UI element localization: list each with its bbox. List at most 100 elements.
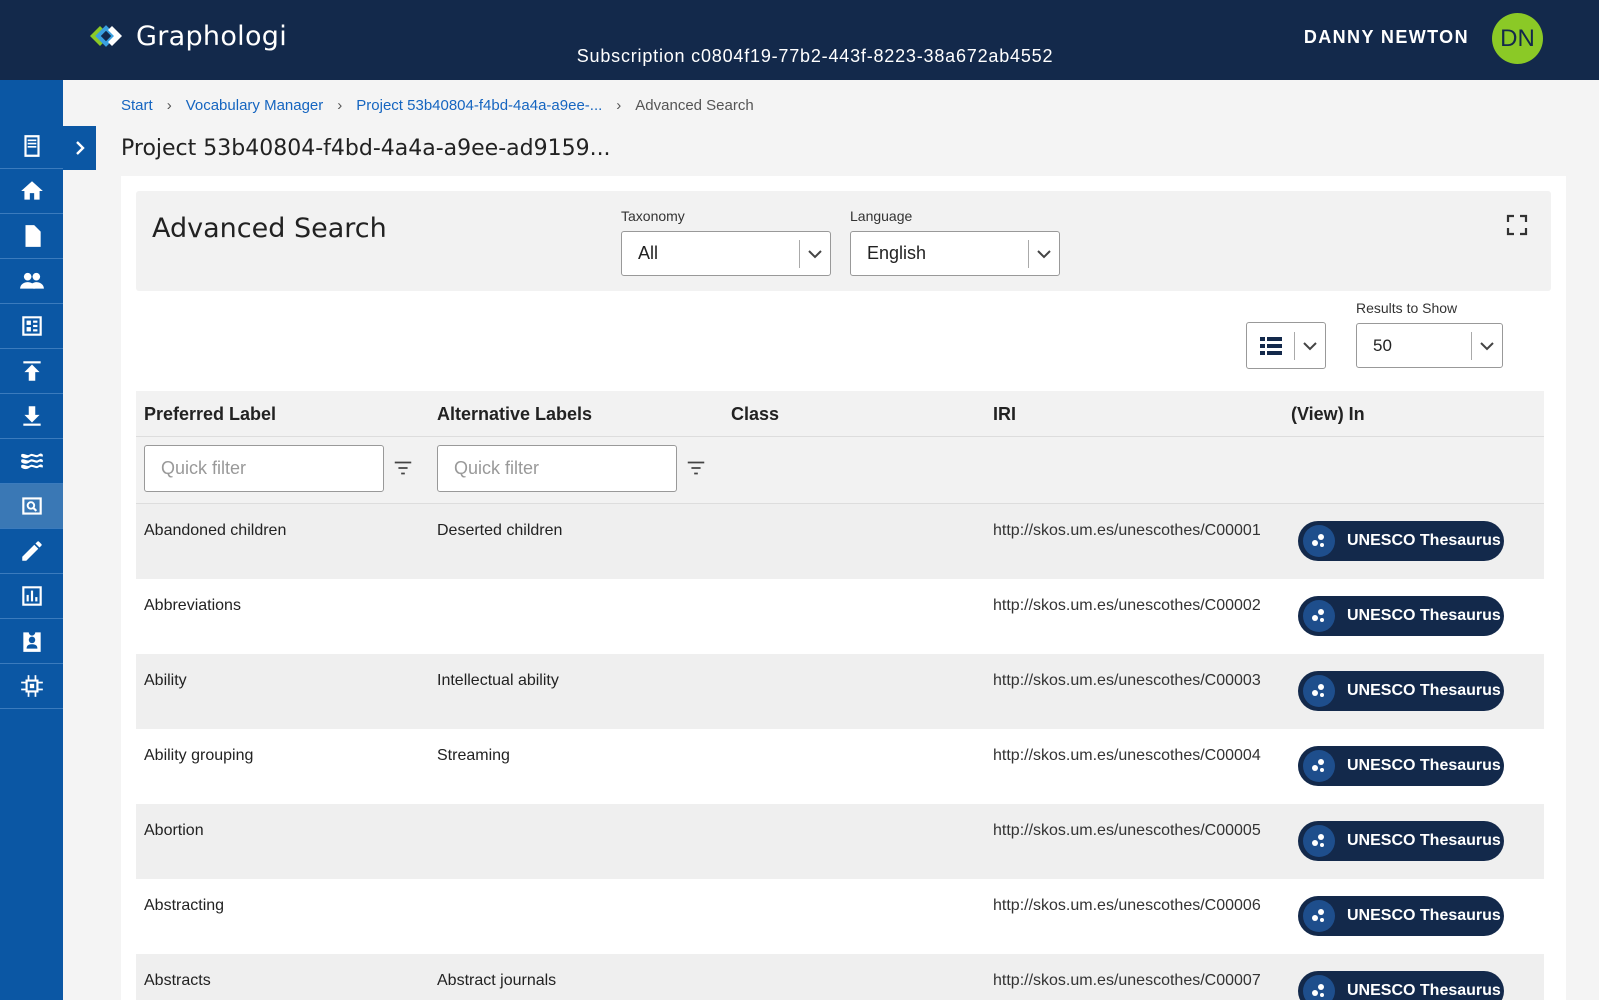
results-to-show-value: 50 bbox=[1373, 335, 1392, 355]
column-header-preferred-label[interactable]: Preferred Label bbox=[144, 404, 276, 425]
document-icon bbox=[23, 135, 40, 157]
chevron-right-icon: › bbox=[337, 97, 343, 114]
fullscreen-icon[interactable] bbox=[1505, 213, 1529, 237]
chevron-right-icon bbox=[75, 141, 85, 155]
upload-icon bbox=[22, 361, 41, 381]
view-in-button[interactable]: UNESCO Thesaurus bbox=[1298, 821, 1504, 861]
sidebar-item-edit[interactable] bbox=[0, 529, 63, 574]
file-icon bbox=[25, 225, 41, 247]
sidebar-item-upload[interactable] bbox=[0, 349, 63, 394]
chevron-down-icon bbox=[1480, 341, 1494, 350]
view-in-button[interactable]: UNESCO Thesaurus bbox=[1298, 596, 1504, 636]
preferred-label-filter-input[interactable]: Quick filter bbox=[144, 445, 384, 492]
sidebar-item-home[interactable] bbox=[0, 169, 63, 214]
view-in-label: UNESCO Thesaurus bbox=[1347, 982, 1501, 999]
view-in-button[interactable]: UNESCO Thesaurus bbox=[1298, 896, 1504, 936]
iri-cell: http://skos.um.es/unescothes/C00003 bbox=[993, 672, 1261, 689]
iri-cell: http://skos.um.es/unescothes/C00004 bbox=[993, 747, 1261, 764]
sidebar-expand-button[interactable] bbox=[63, 126, 96, 170]
graph-nodes-icon bbox=[1312, 984, 1324, 997]
filter-icon[interactable] bbox=[685, 457, 707, 479]
column-header-view-in[interactable]: (View) In bbox=[1291, 404, 1365, 425]
table-row[interactable]: Abandoned children Deserted children htt… bbox=[136, 504, 1544, 579]
page-title: Project 53b40804-f4bd-4a4a-a9ee-ad9159..… bbox=[121, 136, 611, 161]
alternative-labels-filter-input[interactable]: Quick filter bbox=[437, 445, 677, 492]
preferred-label-cell: Abandoned children bbox=[144, 522, 287, 539]
sidebar-item-dashboard[interactable] bbox=[0, 304, 63, 349]
edit-icon bbox=[21, 541, 42, 561]
sidebar-item-files[interactable] bbox=[0, 214, 63, 259]
list-view-icon bbox=[1259, 336, 1282, 355]
breadcrumb-vocabulary-manager[interactable]: Vocabulary Manager bbox=[186, 97, 324, 114]
graph-nodes-icon bbox=[1312, 909, 1324, 922]
view-in-button[interactable]: UNESCO Thesaurus bbox=[1298, 521, 1504, 561]
sidebar-item-users[interactable] bbox=[0, 259, 63, 304]
table-row[interactable]: Ability grouping Streaming http://skos.u… bbox=[136, 729, 1544, 804]
sidebar-item-reports[interactable] bbox=[0, 574, 63, 619]
preferred-label-cell: Abbreviations bbox=[144, 597, 241, 614]
view-in-button[interactable]: UNESCO Thesaurus bbox=[1298, 746, 1504, 786]
people-icon bbox=[19, 272, 44, 289]
preferred-label-cell: Abortion bbox=[144, 822, 204, 839]
search-header: Advanced Search Taxonomy All Language En… bbox=[136, 191, 1551, 291]
table-row[interactable]: Abstracts Abstract journals http://skos.… bbox=[136, 954, 1544, 1000]
table-row[interactable]: Abortion http://skos.um.es/unescothes/C0… bbox=[136, 804, 1544, 879]
results-grid-header: Preferred Label Alternative Labels Class… bbox=[136, 391, 1544, 437]
sidebar-item-settings[interactable] bbox=[0, 664, 63, 709]
language-label: Language bbox=[850, 208, 913, 224]
sidebar-item-download[interactable] bbox=[0, 394, 63, 439]
sidebar-item-notes[interactable] bbox=[0, 124, 63, 169]
alternative-labels-cell: Abstract journals bbox=[437, 972, 557, 989]
graph-nodes-icon bbox=[1312, 684, 1324, 697]
user-name[interactable]: DANNY NEWTON bbox=[1304, 27, 1469, 48]
view-in-button[interactable]: UNESCO Thesaurus bbox=[1298, 671, 1504, 711]
taxonomy-value: All bbox=[638, 243, 659, 263]
taxonomy-select[interactable]: All bbox=[621, 231, 831, 276]
iri-cell: http://skos.um.es/unescothes/C00007 bbox=[993, 972, 1261, 989]
column-header-iri[interactable]: IRI bbox=[993, 404, 1016, 425]
graph-nodes-icon bbox=[1312, 609, 1324, 622]
view-in-label: UNESCO Thesaurus bbox=[1347, 682, 1501, 699]
sidebar-item-search[interactable] bbox=[0, 484, 63, 529]
view-in-label: UNESCO Thesaurus bbox=[1347, 907, 1501, 924]
preferred-label-cell: Ability grouping bbox=[144, 747, 254, 764]
language-select[interactable]: English bbox=[850, 231, 1060, 276]
filter-icon[interactable] bbox=[392, 457, 414, 479]
column-header-class[interactable]: Class bbox=[731, 404, 779, 425]
chevron-down-icon bbox=[1037, 249, 1051, 258]
table-row[interactable]: Abstracting http://skos.um.es/unescothes… bbox=[136, 879, 1544, 954]
view-mode-select[interactable] bbox=[1246, 322, 1326, 369]
breadcrumb: Start › Vocabulary Manager › Project 53b… bbox=[121, 97, 754, 114]
breadcrumb-current: Advanced Search bbox=[635, 97, 754, 114]
iri-cell: http://skos.um.es/unescothes/C00002 bbox=[993, 597, 1261, 614]
view-in-label: UNESCO Thesaurus bbox=[1347, 532, 1501, 549]
language-value: English bbox=[867, 243, 927, 263]
search-icon bbox=[21, 497, 42, 515]
view-in-button[interactable]: UNESCO Thesaurus bbox=[1298, 971, 1504, 1000]
subscription-id: Subscription c0804f19-77b2-443f-8223-38a… bbox=[576, 46, 1054, 66]
breadcrumb-project[interactable]: Project 53b40804-f4bd-4a4a-a9ee-... bbox=[356, 97, 602, 114]
chevron-right-icon: › bbox=[616, 97, 622, 114]
view-in-label: UNESCO Thesaurus bbox=[1347, 832, 1501, 849]
sidebar-item-waves[interactable] bbox=[0, 439, 63, 484]
alternative-labels-cell: Intellectual ability bbox=[437, 672, 559, 689]
breadcrumb-start[interactable]: Start bbox=[121, 97, 153, 114]
taxonomy-label: Taxonomy bbox=[621, 208, 685, 224]
preferred-label-cell: Abstracting bbox=[144, 897, 225, 914]
table-row[interactable]: Abbreviations http://skos.um.es/unescoth… bbox=[136, 579, 1544, 654]
preferred-label-cell: Abstracts bbox=[144, 972, 211, 989]
results-to-show-select[interactable]: 50 bbox=[1356, 323, 1503, 368]
table-row[interactable]: Ability Intellectual ability http://skos… bbox=[136, 654, 1544, 729]
column-header-alternative-labels[interactable]: Alternative Labels bbox=[437, 404, 592, 425]
alternative-labels-cell: Deserted children bbox=[437, 522, 563, 539]
sidebar-item-profile[interactable] bbox=[0, 619, 63, 664]
graph-nodes-icon bbox=[1312, 534, 1324, 547]
chart-icon bbox=[21, 586, 42, 606]
sidebar bbox=[0, 80, 63, 1000]
preferred-label-cell: Ability bbox=[144, 672, 187, 689]
iri-cell: http://skos.um.es/unescothes/C00006 bbox=[993, 897, 1261, 914]
iri-cell: http://skos.um.es/unescothes/C00001 bbox=[993, 522, 1261, 539]
download-icon bbox=[22, 406, 41, 426]
avatar[interactable]: DN bbox=[1492, 13, 1543, 64]
view-in-label: UNESCO Thesaurus bbox=[1347, 757, 1501, 774]
